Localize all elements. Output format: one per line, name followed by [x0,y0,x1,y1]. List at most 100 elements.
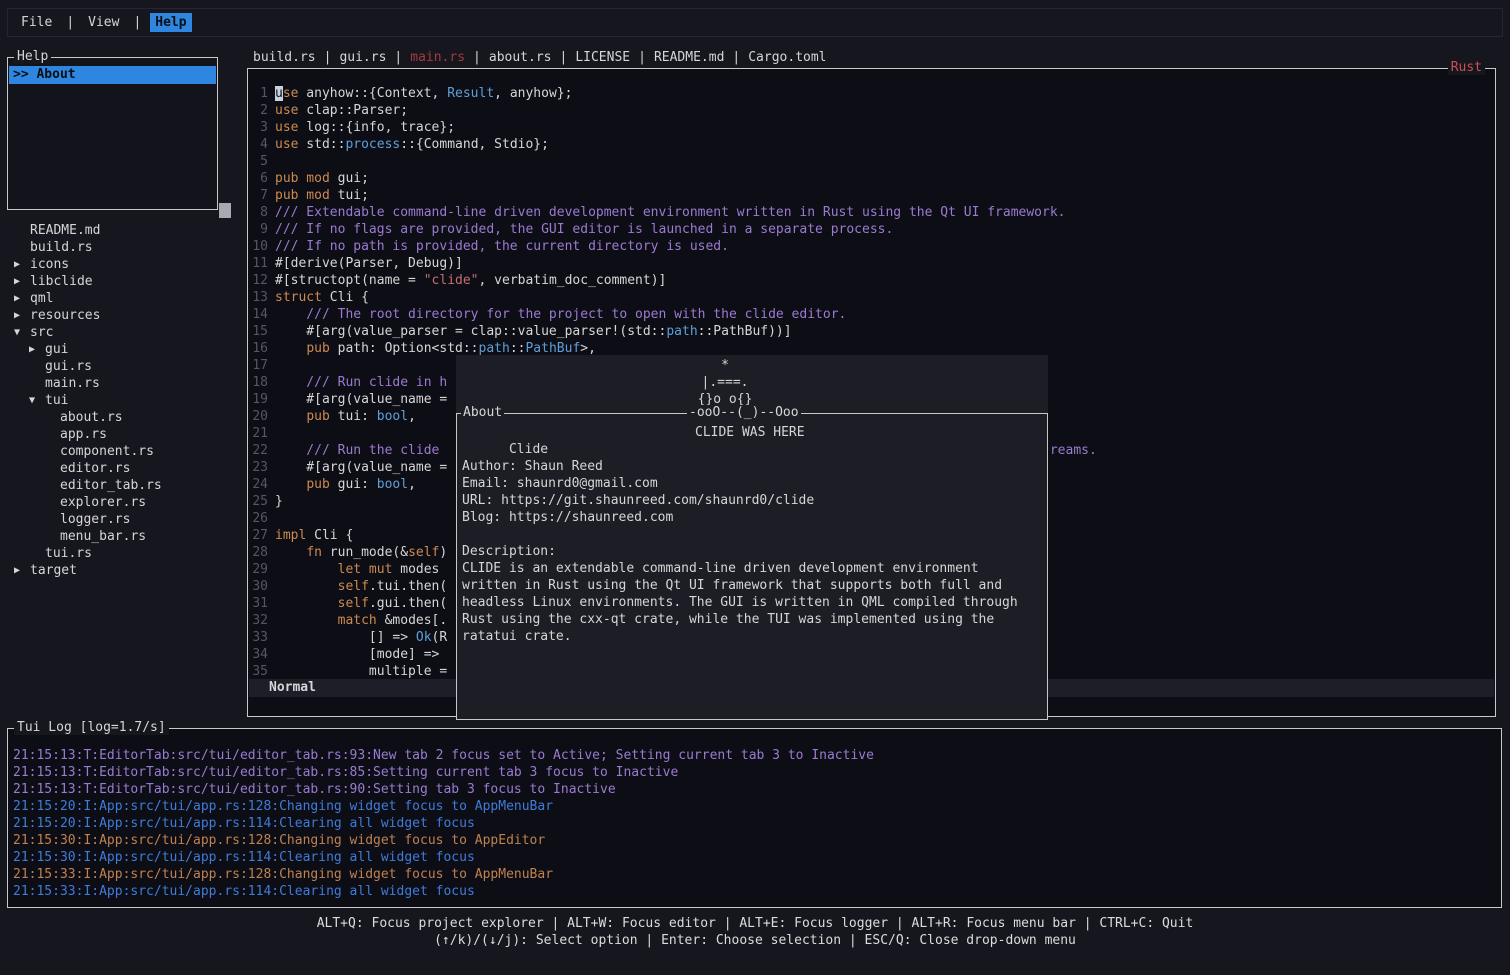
code-token [275,545,306,560]
help-menu: Help >> About [7,57,218,210]
code-content: use log::{info, trace}; [275,119,455,136]
explorer-item-gui-rs[interactable]: gui.rs [7,358,239,375]
explorer-item-editor-rs[interactable]: editor.rs [7,460,239,477]
code-token: impl [275,528,306,543]
explorer-item-label: editor.rs [60,460,130,477]
code-token: self [338,596,369,611]
code-content: #[arg(value_parser = clap::value_parser!… [275,323,792,340]
code-token: pub mod [275,188,330,203]
editor-tab-cargo-toml[interactable]: Cargo.toml [748,49,826,67]
explorer-item-icons[interactable]: ▶icons [7,256,239,273]
menu-separator: | [66,15,74,30]
line-number: 21 [248,425,268,442]
code-line: 6pub mod gui; [248,170,1495,187]
explorer-item-label: target [30,562,77,579]
explorer-item-label: app.rs [60,426,107,443]
explorer-item-app-rs[interactable]: app.rs [7,426,239,443]
line-number: 27 [248,527,268,544]
code-content: pub mod tui; [275,187,369,204]
line-number: 7 [248,187,268,204]
menu-item-file[interactable]: File [16,13,57,32]
spacer [462,441,1047,458]
code-token: .gui.then( [369,596,447,611]
explorer-item-target[interactable]: ▶target [7,562,239,579]
code-token: self [408,545,439,560]
code-content: #[derive(Parser, Debug)] [275,255,463,272]
explorer-item-editor-tab-rs[interactable]: editor_tab.rs [7,477,239,494]
explorer-item-explorer-rs[interactable]: explorer.rs [7,494,239,511]
code-content: match &modes[. [275,612,447,629]
code-line: 15 #[arg(value_parser = clap::value_pars… [248,323,1495,340]
code-token: /// The root directory for the project t… [275,307,846,322]
indent-spacer [44,494,60,511]
explorer-item-resources[interactable]: ▶resources [7,307,239,324]
editor-tab-about-rs[interactable]: about.rs [489,49,552,67]
line-number: 10 [248,238,268,255]
help-menu-item-about[interactable]: >> About [9,66,216,84]
explorer-item-libclide[interactable]: ▶libclide [7,273,239,290]
explorer-item-menu-bar-rs[interactable]: menu_bar.rs [7,528,239,545]
line-number: 18 [248,374,268,391]
about-description-label: Description: [462,543,1047,560]
code-token: std:: [298,137,345,152]
line-number: 26 [248,510,268,527]
explorer-item-readme-md[interactable]: README.md [7,222,239,239]
line-number: 30 [248,578,268,595]
explorer-item-label: qml [30,290,53,307]
chevron-right-icon: ▶ [14,562,30,579]
explorer-item-tui[interactable]: ▼tui [7,392,239,409]
indent-spacer [44,426,60,443]
code-token: , [408,477,416,492]
indent-spacer [29,375,45,392]
code-line: 3use log::{info, trace}; [248,119,1495,136]
menu-item-view[interactable]: View [83,13,124,32]
log-entry: 21:15:13:T:EditorTab:src/tui/editor_tab.… [13,781,1501,798]
editor-tab-readme-md[interactable]: README.md [654,49,724,67]
editor-tab-build-rs[interactable]: build.rs [253,49,316,67]
about-dialog: *|.===.{}o o{} About -ooO--(_)--Ooo Clid… [456,355,1048,720]
indent-spacer [29,358,45,375]
line-number: 14 [248,306,268,323]
editor-tab-gui-rs[interactable]: gui.rs [339,49,386,67]
explorer-item-tui-rs[interactable]: tui.rs [7,545,239,562]
line-number: 25 [248,493,268,510]
code-token: (R [432,630,448,645]
explorer-item-label: tui.rs [45,545,92,562]
code-token: tui: [330,409,377,424]
explorer-item-about-rs[interactable]: about.rs [7,409,239,426]
explorer-item-gui[interactable]: ▶gui [7,341,239,358]
explorer-item-component-rs[interactable]: component.rs [7,443,239,460]
chevron-right-icon: ▶ [29,341,45,358]
code-token: Ok [416,630,432,645]
about-ascii-art: *|.===.{}o o{} [429,355,1021,408]
code-token: gui: [330,477,377,492]
editor-tab-main-rs[interactable]: main.rs [410,49,465,67]
explorer-item-label: src [30,324,53,341]
menu-item-help[interactable]: Help [150,13,191,32]
code-token: path: Option<std:: [330,341,479,356]
explorer-item-logger-rs[interactable]: logger.rs [7,511,239,528]
chevron-right-icon: ▶ [14,290,30,307]
explorer-item-qml[interactable]: ▶qml [7,290,239,307]
explorer-item-label: logger.rs [60,511,130,528]
tab-separator: | [324,49,332,67]
code-token: ) [439,545,447,560]
help-menu-scrollbar[interactable] [219,203,231,218]
explorer-item-src[interactable]: ▼src [7,324,239,341]
explorer-item-label: explorer.rs [60,494,146,511]
code-line: 7 pub mod tui; [248,187,1495,204]
code-token: :: [510,341,526,356]
editor-tab-license[interactable]: LICENSE [575,49,630,67]
explorer-item-build-rs[interactable]: build.rs [7,239,239,256]
code-line: 4use std::process::{Command, Stdio}; [248,136,1495,153]
code-token: , anyhow}; [494,86,572,101]
line-number: 35 [248,663,268,680]
line-number: 8 [248,204,268,221]
code-line: 1use anyhow::{Context, Result, anyhow}; [248,85,1495,102]
code-token: #[arg(value_parser = clap::value_parser!… [275,324,666,339]
explorer-item-main-rs[interactable]: main.rs [7,375,239,392]
about-description-line: written in Rust using the Qt UI framewor… [462,577,1047,594]
code-content: [mode] => [275,646,439,663]
tab-separator: | [394,49,402,67]
about-url: URL: https://git.shaunreed.com/shaunrd0/… [462,492,1047,509]
